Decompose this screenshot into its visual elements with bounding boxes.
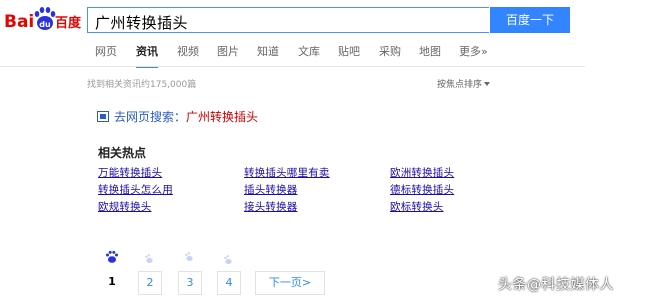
web-search-link[interactable]: 去网页搜索：广州转换插头 [97,108,258,125]
related-link[interactable]: 接头转换器 [244,199,298,214]
tab-wenku[interactable]: 文库 [298,40,320,66]
baidu-logo[interactable]: Bai du 百度 [4,2,82,36]
page-number-link[interactable]: 3 [178,271,202,295]
related-link[interactable]: 欧标转换头 [390,199,444,214]
tab-caigou[interactable]: 采购 [379,40,401,66]
related-link[interactable]: 欧规转换头 [98,199,152,214]
page-number-current: 1 [108,275,116,288]
watermark-text: 头条@科技媒体人 [498,277,614,293]
search-button[interactable]: 百度一下 [490,7,570,33]
web-search-query: 广州转换插头 [186,110,259,124]
next-page-button[interactable]: 下一页> [255,271,325,295]
tab-images[interactable]: 图片 [217,40,239,66]
tab-zhidao[interactable]: 知道 [257,40,279,66]
paw-icon [224,255,232,265]
tab-tieba[interactable]: 贴吧 [338,40,360,66]
web-page-icon [97,111,109,122]
tab-news[interactable]: 资讯 [136,40,158,68]
caret-down-icon [484,82,491,86]
sort-dropdown[interactable]: 按焦点排序 [437,77,491,90]
tab-map[interactable]: 地图 [419,40,441,66]
paw-icon [106,250,118,263]
web-search-label: 去网页搜索： [114,110,187,124]
result-count: 找到相关资讯约175,000篇 [87,80,197,90]
logo-cjk-text: 百度 [55,15,82,31]
logo-paw-text: du [39,20,51,29]
page-number-link[interactable]: 4 [217,271,241,295]
related-link[interactable]: 德标转换插头 [390,182,454,197]
nav-tabs: 网页 资讯 视频 图片 知道 文库 贴吧 采购 地图 更多» [0,40,650,68]
tabs-divider [0,66,585,67]
tab-web[interactable]: 网页 [95,40,117,66]
search-input[interactable]: 广州转换插头 [87,7,489,33]
tab-video[interactable]: 视频 [177,40,199,66]
paw-icon [185,252,193,262]
logo-latin-text: Bai [4,12,34,32]
related-title: 相关热点 [98,146,147,160]
related-link[interactable]: 万能转换插头 [98,165,162,180]
related-link[interactable]: 转换插头怎么用 [98,182,173,197]
sort-label: 按焦点排序 [437,80,483,90]
baidu-paw-icon: du [34,7,56,30]
related-link[interactable]: 插头转换器 [244,182,298,197]
related-link[interactable]: 转换插头哪里有卖 [244,165,330,180]
paw-icon [145,254,153,264]
related-link[interactable]: 欧洲转换插头 [390,165,454,180]
page-number-link[interactable]: 2 [138,271,162,295]
tab-more[interactable]: 更多» [459,40,488,66]
